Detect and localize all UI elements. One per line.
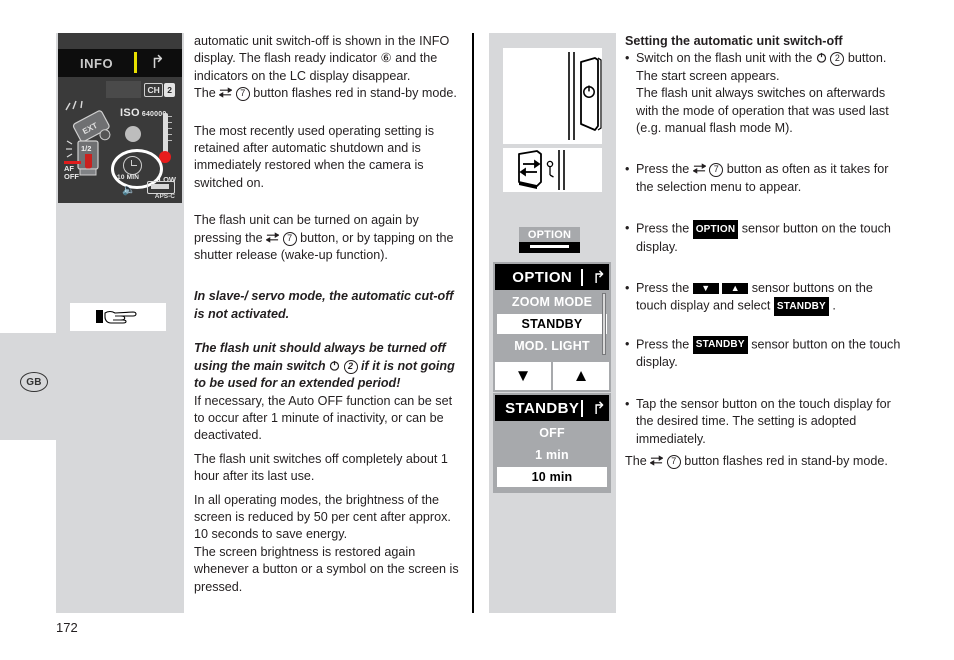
- dial-icon: [122, 123, 142, 143]
- paragraph-retained-setting: The most recently used operating setting…: [194, 123, 435, 190]
- option-sensor-label: OPTION: [519, 227, 580, 242]
- paragraph-wake-up: The flash unit can be turned on again by…: [194, 213, 454, 263]
- option-menu-title: OPTION: [512, 268, 573, 286]
- standby-menu-item-10-min[interactable]: 10 min: [497, 467, 607, 487]
- mode-swap-icon: [650, 455, 664, 466]
- bullet-press-standby: Press the STANDBY sensor button on the t…: [625, 335, 905, 372]
- sensor-format-label: APS-C: [154, 193, 175, 200]
- standby-tag: STANDBY: [773, 297, 829, 316]
- info-display-illustration: INFO ↱ CH 2 EXT 1/2 AF OFF ISO 640000 LO…: [58, 33, 182, 203]
- standby-menu-title: STANDBY: [505, 399, 580, 417]
- option-tag: OPTION: [692, 220, 739, 239]
- right-text-column: Setting the automatic unit switch-off Sw…: [625, 33, 905, 470]
- standby-time-label: 10 MIN: [117, 174, 140, 181]
- scroll-down-arrow-icon[interactable]: ▼: [495, 362, 553, 390]
- paragraph-intro: automatic unit switch-off is shown in th…: [194, 34, 450, 83]
- section-heading: Setting the automatic unit switch-off: [625, 34, 843, 48]
- mode-swap-icon: [266, 232, 280, 243]
- standby-tag: STANDBY: [692, 335, 748, 355]
- manual-page: GB 172 INFO ↱ CH 2 EXT 1/2 AF OFF ISO 64…: [0, 0, 954, 660]
- back-arrow-icon: ↱: [150, 52, 166, 72]
- up-arrow-tag-icon: ▲: [722, 283, 749, 295]
- reference-number: 2: [343, 359, 358, 374]
- mode-swap-icon: [692, 163, 706, 175]
- bullet-press-mode-button: Press the 7 button as often as it takes …: [625, 161, 905, 196]
- af-off-indicator: AF OFF: [64, 164, 79, 181]
- channel-label: CH: [144, 83, 163, 97]
- info-display-titlebar: INFO ↱: [58, 49, 182, 77]
- standby-menu-screen: STANDBY ↱ OFF 1 min 10 min: [493, 393, 611, 493]
- info-display-blank-field: [106, 81, 141, 98]
- info-display-title: INFO: [80, 55, 114, 71]
- channel-value: 2: [164, 83, 175, 97]
- back-arrow-icon[interactable]: ↱: [589, 269, 609, 286]
- flash-power-button-illustration: [503, 48, 602, 144]
- option-sensor-button-illustration[interactable]: OPTION: [519, 227, 580, 253]
- scroll-up-arrow-icon[interactable]: ▲: [553, 362, 609, 390]
- down-arrow-tag-icon: ▼: [692, 283, 719, 295]
- reference-number: 7: [666, 454, 681, 469]
- paragraph-one-hour: The flash unit switches off completely a…: [194, 451, 448, 484]
- option-menu-titlebar: OPTION ↱: [495, 264, 609, 290]
- paragraph-standby-flash: The 7 button flashes red in stand-by mod…: [194, 86, 457, 102]
- option-menu-arrow-bar: ▼ ▲: [495, 360, 609, 390]
- option-menu-item-mod-light[interactable]: MOD. LIGHT: [497, 336, 607, 356]
- option-menu-screen: OPTION ↱ ZOOM MODE STANDBY MOD. LIGHT ▼ …: [493, 262, 611, 392]
- standby-menu-rows: OFF 1 min 10 min: [495, 421, 609, 491]
- note-hand-icon-box: [70, 303, 166, 331]
- reference-number: 7: [709, 163, 724, 178]
- iso-label: ISO: [120, 107, 140, 119]
- column-divider: [472, 33, 474, 613]
- flash-mode-button-illustration: [503, 148, 602, 192]
- mode-swap-icon: [219, 87, 233, 98]
- info-display-divider: [134, 52, 137, 73]
- bullet-press-arrows: Press the ▼ ▲ sensor buttons on the touc…: [625, 280, 905, 316]
- bullet-press-option: Press the OPTION sensor button on the to…: [625, 220, 905, 256]
- back-arrow-icon[interactable]: ↱: [589, 400, 609, 417]
- paragraph-closing: The 7 button flashes red in stand-by mod…: [625, 453, 888, 469]
- channel-indicator: CH 2: [144, 83, 175, 97]
- info-display-body: CH 2 EXT 1/2 AF OFF ISO 640000 LOW 10 MI…: [58, 77, 182, 203]
- option-menu-item-standby[interactable]: STANDBY: [497, 314, 607, 334]
- bullet-tap-time: Tap the sensor button on the touch displ…: [625, 396, 905, 448]
- reference-number: 7: [235, 87, 250, 102]
- paragraph-brightness-restore: The screen brightness is restored again …: [194, 544, 459, 594]
- pointing-hand-icon: [96, 310, 137, 324]
- power-icon: [816, 53, 827, 64]
- reference-number: 7: [282, 231, 297, 246]
- paragraph-brightness: In all operating modes, the brightness o…: [194, 492, 451, 542]
- standby-menu-item-off[interactable]: OFF: [497, 423, 607, 443]
- speaker-icon: 🔈: [122, 184, 136, 196]
- standby-menu-item-1-min[interactable]: 1 min: [497, 445, 607, 465]
- option-menu-scrollbar[interactable]: [602, 293, 606, 355]
- page-number: 172: [56, 620, 78, 635]
- left-text-column: automatic unit switch-off is shown in th…: [194, 33, 464, 596]
- svg-text:1/2: 1/2: [81, 144, 91, 153]
- language-badge: GB: [20, 372, 48, 392]
- clock-icon: [123, 156, 142, 175]
- power-icon: [329, 360, 340, 371]
- reference-number: 2: [830, 52, 845, 67]
- bullet-switch-on-extra: The flash unit always switches on afterw…: [636, 86, 889, 136]
- note-slave-servo: In slave-/ servo mode, the automatic cut…: [194, 289, 454, 321]
- standby-menu-titlebar: STANDBY ↱: [495, 395, 609, 421]
- bullet-switch-on: Switch on the flash unit with the 2 butt…: [625, 50, 905, 137]
- paragraph-auto-off: If necessary, the Auto OFF function can …: [194, 393, 453, 443]
- option-sensor-base: [519, 242, 580, 253]
- option-menu-item-zoom-mode[interactable]: ZOOM MODE: [497, 292, 607, 312]
- option-menu-rows: ZOOM MODE STANDBY MOD. LIGHT: [495, 290, 609, 360]
- note-main-switch: The flash unit should always be turned o…: [194, 341, 455, 391]
